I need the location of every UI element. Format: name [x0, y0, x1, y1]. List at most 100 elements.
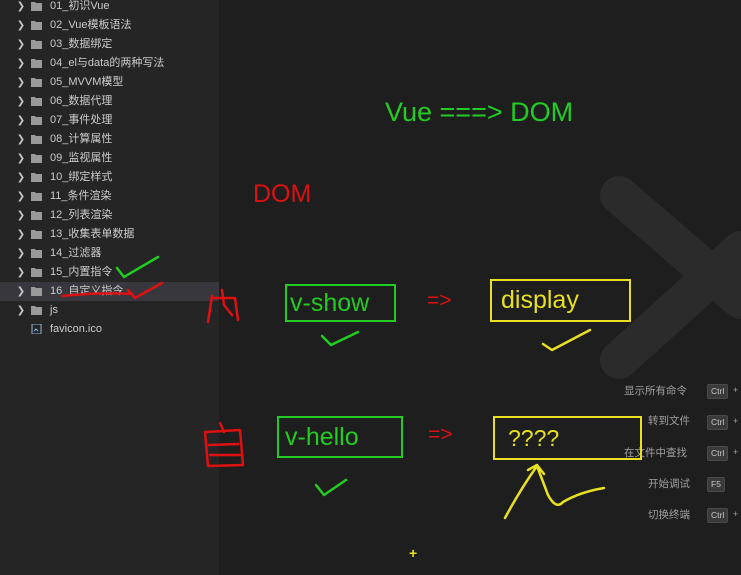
folder-icon [31, 230, 42, 239]
folder-icon [31, 173, 42, 182]
chevron-right-icon[interactable]: ❯ [14, 187, 28, 206]
shortcut-toggle-terminal: 切换终端 [648, 507, 690, 523]
annotation-arrow-2: => [428, 423, 453, 446]
folder-icon [31, 59, 42, 68]
annotation-display: display [501, 286, 579, 314]
folder-icon [31, 21, 42, 30]
folder-icon [31, 116, 42, 125]
shortcut-plus: + [733, 447, 739, 457]
tree-item-label: 09_监视属性 [50, 152, 113, 164]
shortcut-plus: + [733, 416, 739, 426]
annotation-title: Vue ===> DOM [385, 97, 574, 127]
chevron-right-icon[interactable]: ❯ [14, 168, 28, 187]
crosshair-cursor-icon: + [409, 545, 418, 561]
tree-item-label: 11_条件渲染 [50, 190, 112, 202]
tree-item-label: 03_数据绑定 [50, 38, 113, 50]
shortcut-key: Ctrl [707, 415, 729, 430]
folder-icon [31, 78, 42, 87]
shortcut-label: 切换终端 [648, 509, 690, 521]
folder-icon [31, 211, 42, 220]
annotation-vshow-box: v-show [285, 284, 396, 322]
annotation-unknown-box: ???? [493, 416, 642, 460]
tree-item-label: 16_自定义指令 [50, 285, 124, 297]
folder-icon [31, 287, 42, 296]
folder-js[interactable]: ❯ js [0, 301, 219, 320]
tree-item-label: 08_计算属性 [50, 133, 113, 145]
tree-item-label: 04_el与data的两种写法 [50, 57, 165, 69]
chevron-right-icon[interactable]: ❯ [14, 35, 28, 54]
chevron-right-icon[interactable]: ❯ [14, 301, 28, 320]
chevron-right-icon[interactable]: ❯ [14, 130, 28, 149]
folder-14[interactable]: ❯ 14_过滤器 [0, 244, 219, 263]
tree-item-label: 13_收集表单数据 [50, 228, 135, 240]
folder-icon [31, 135, 42, 144]
shortcut-label: 显示所有命令 [624, 385, 687, 397]
chevron-right-icon[interactable]: ❯ [14, 282, 28, 301]
shortcut-key: F5 [707, 477, 725, 492]
annotation-dom: DOM [253, 180, 312, 208]
folder-08[interactable]: ❯ 08_计算属性 [0, 130, 219, 149]
tree-item-label: 14_过滤器 [50, 247, 102, 259]
explorer-sidebar: ❯ 01_初识Vue ❯ 02_Vue模板语法 ❯ 03_数据绑定 ❯ 04_e… [0, 0, 219, 575]
folder-icon [31, 249, 42, 258]
chevron-right-icon[interactable]: ❯ [14, 54, 28, 73]
chevron-right-icon[interactable]: ❯ [14, 263, 28, 282]
shortcut-label: 开始调试 [648, 478, 690, 490]
folder-icon [31, 268, 42, 277]
folder-15[interactable]: ❯ 15_内置指令 [0, 263, 219, 282]
tree-item-label: 15_内置指令 [50, 266, 113, 278]
folder-04[interactable]: ❯ 04_el与data的两种写法 [0, 54, 219, 73]
shortcut-start-debug: 开始调试 [648, 476, 690, 492]
tree-item-label: 12_列表渲染 [50, 209, 113, 221]
shortcut-plus: + [733, 509, 739, 519]
chevron-right-icon[interactable]: ❯ [14, 244, 28, 263]
tree-item-label: 07_事件处理 [50, 114, 113, 126]
chevron-right-icon[interactable]: ❯ [14, 16, 28, 35]
tree-item-label: 06_数据代理 [50, 95, 113, 107]
folder-12[interactable]: ❯ 12_列表渲染 [0, 206, 219, 225]
folder-icon [31, 306, 42, 315]
annotation-vshow: v-show [290, 289, 370, 317]
folder-icon [31, 97, 42, 106]
annotation-vhello-box: v-hello [277, 416, 403, 458]
shortcut-goto-file: 转到文件 [648, 413, 690, 429]
shortcut-key: Ctrl [707, 508, 729, 523]
chevron-right-icon[interactable]: ❯ [14, 225, 28, 244]
chevron-right-icon[interactable]: ❯ [14, 0, 28, 16]
tree-item-label: js [50, 304, 58, 316]
chevron-right-icon[interactable]: ❯ [14, 206, 28, 225]
chevron-right-icon[interactable]: ❯ [14, 111, 28, 130]
tree-item-label: 02_Vue模板语法 [50, 19, 132, 31]
folder-03[interactable]: ❯ 03_数据绑定 [0, 35, 219, 54]
chevron-right-icon[interactable]: ❯ [14, 149, 28, 168]
folder-13[interactable]: ❯ 13_收集表单数据 [0, 225, 219, 244]
shortcut-label: 转到文件 [648, 415, 690, 427]
folder-icon [31, 2, 42, 11]
file-favicon[interactable]: favicon.ico [0, 320, 219, 339]
folder-icon [31, 40, 42, 49]
folder-16[interactable]: ❯ 16_自定义指令 [0, 282, 219, 301]
shortcut-show-commands: 显示所有命令 [624, 383, 687, 399]
shortcut-key: Ctrl [707, 446, 729, 461]
annotation-vhello: v-hello [285, 423, 359, 451]
folder-11[interactable]: ❯ 11_条件渲染 [0, 187, 219, 206]
annotation-arrow-1: => [427, 289, 452, 312]
folder-icon [31, 154, 42, 163]
chevron-right-icon[interactable]: ❯ [14, 73, 28, 92]
annotation-display-box: display [490, 279, 631, 322]
shortcut-plus: + [733, 385, 739, 395]
image-file-icon [31, 324, 42, 334]
folder-09[interactable]: ❯ 09_监视属性 [0, 149, 219, 168]
folder-10[interactable]: ❯ 10_绑定样式 [0, 168, 219, 187]
folder-06[interactable]: ❯ 06_数据代理 [0, 92, 219, 111]
chevron-right-icon[interactable]: ❯ [14, 92, 28, 111]
folder-07[interactable]: ❯ 07_事件处理 [0, 111, 219, 130]
tree-item-label: favicon.ico [50, 323, 102, 335]
folder-05[interactable]: ❯ 05_MVVM模型 [0, 73, 219, 92]
folder-icon [31, 192, 42, 201]
annotation-unknown: ???? [508, 425, 560, 451]
tree-item-label: 05_MVVM模型 [50, 76, 124, 88]
folder-01[interactable]: ❯ 01_初识Vue [0, 0, 219, 16]
tree-item-label: 10_绑定样式 [50, 171, 113, 183]
folder-02[interactable]: ❯ 02_Vue模板语法 [0, 16, 219, 35]
